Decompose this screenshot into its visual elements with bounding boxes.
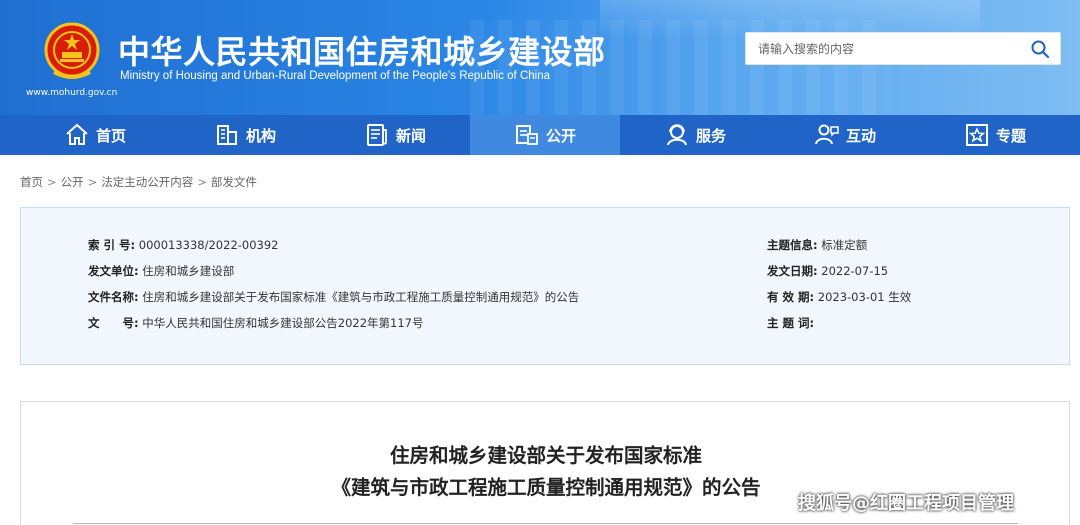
nav-label: 首页 <box>95 126 126 145</box>
nav-item-public[interactable]: 公开 <box>470 115 620 155</box>
site-url: www.mohurd.gov.cn <box>26 88 118 98</box>
info-issuer: 发文单位: 住房和城乡建设部 <box>88 264 235 278</box>
star-icon <box>965 124 988 146</box>
nav-label: 公开 <box>545 126 576 145</box>
breadcrumb-statutory-content[interactable]: 法定主动公开内容 <box>101 175 193 189</box>
info-topic: 主题信息: 标准定额 <box>767 238 868 252</box>
search-input[interactable] <box>758 33 1018 64</box>
nav-label: 服务 <box>695 126 726 145</box>
watermark: 搜狐号@红圈工程项目管理 <box>798 493 1014 514</box>
breadcrumb-home[interactable]: 首页 <box>20 175 43 189</box>
info-keywords: 主 题 词: <box>767 316 815 330</box>
nav-label: 机构 <box>245 126 276 145</box>
newspaper-icon <box>366 124 387 146</box>
search-box <box>745 32 1061 65</box>
site-subtitle: Ministry of Housing and Urban-Rural Deve… <box>120 70 550 82</box>
search-icon[interactable] <box>1030 39 1050 59</box>
info-issue-date: 发文日期: 2022-07-15 <box>767 264 889 278</box>
article-divider <box>73 523 1018 524</box>
breadcrumb-public[interactable]: 公开 <box>61 175 84 189</box>
document-metadata-box: 索 引 号: 000013338/2022-00392 发文单位: 住房和城乡建… <box>20 207 1070 365</box>
breadcrumb-ministry-documents[interactable]: 部发文件 <box>211 175 257 189</box>
service-icon <box>666 124 687 146</box>
site-header: www.mohurd.gov.cn 中华人民共和国住房和城乡建设部 Minist… <box>0 0 1080 115</box>
info-index-number: 索 引 号: 000013338/2022-00392 <box>88 238 279 252</box>
nav-item-news[interactable]: 新闻 <box>320 115 470 155</box>
breadcrumb: 首页 > 公开 > 法定主动公开内容 > 部发文件 <box>20 175 257 189</box>
nav-item-interaction[interactable]: 互动 <box>770 115 920 155</box>
site-title[interactable]: 中华人民共和国住房和城乡建设部 <box>118 27 606 73</box>
nav-label: 专题 <box>995 126 1026 145</box>
article-title-line-1: 住房和城乡建设部关于发布国家标准 <box>389 444 702 467</box>
nav-item-topics[interactable]: 专题 <box>920 115 1070 155</box>
nav-item-organization[interactable]: 机构 <box>170 115 320 155</box>
document-open-icon <box>515 125 538 145</box>
building-icon <box>216 125 237 145</box>
home-icon <box>66 123 88 145</box>
nav-label: 新闻 <box>395 126 426 145</box>
interaction-icon <box>814 124 839 145</box>
info-document-number: 文 号: 中华人民共和国住房和城乡建设部公告2022年第117号 <box>88 316 424 330</box>
info-filename: 文件名称: 住房和城乡建设部关于发布国家标准《建筑与市政工程施工质量控制通用规范… <box>88 290 580 304</box>
nav-item-service[interactable]: 服务 <box>620 115 770 155</box>
info-validity: 有 效 期: 2023-03-01 生效 <box>767 290 912 304</box>
main-nav: 首页 机构 新闻 公开 服务 互动 专题 <box>0 115 1080 155</box>
national-emblem-icon[interactable] <box>44 22 100 82</box>
nav-label: 互动 <box>845 126 876 145</box>
nav-item-home[interactable]: 首页 <box>20 115 170 155</box>
